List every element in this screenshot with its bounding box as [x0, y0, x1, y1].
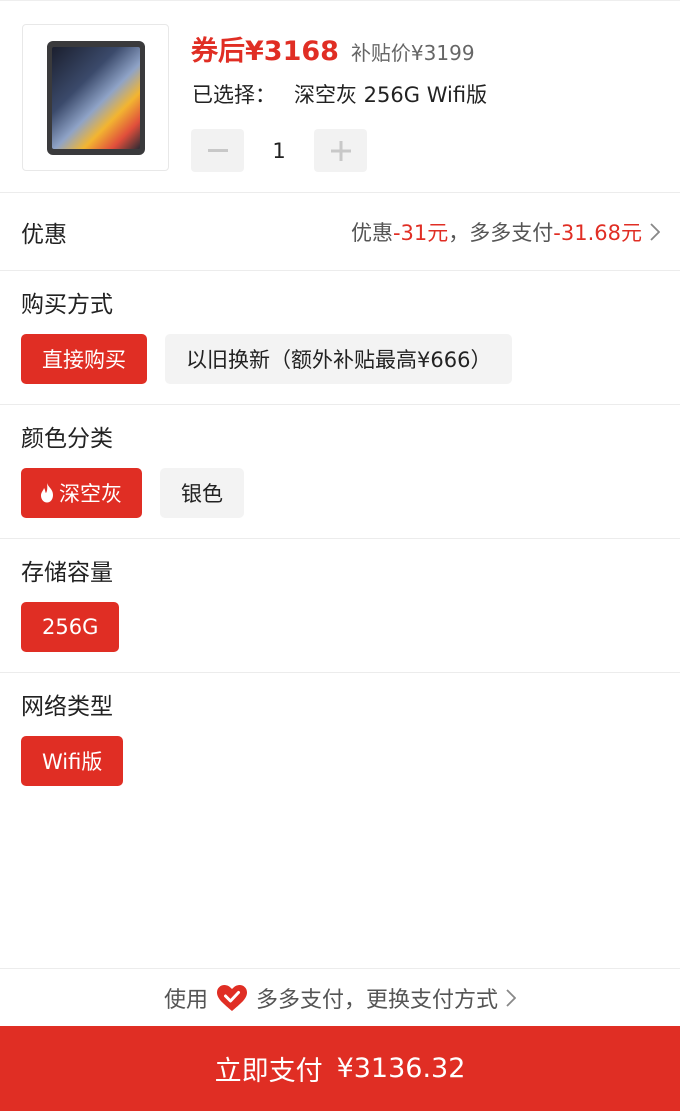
payment-method-text: 多多支付，更换支付方式	[256, 987, 499, 1013]
sku-selector-page: 券后¥3168 补贴价¥3199 已选择： 深空灰 256G Wifi版 1 优…	[0, 0, 680, 1111]
option-silver[interactable]: 银色	[160, 468, 244, 518]
discount-label: 优惠	[21, 222, 67, 248]
tablet-screen	[52, 47, 140, 149]
selected-label: 已选择：	[192, 83, 276, 107]
option-wifi[interactable]: Wifi版	[21, 736, 124, 786]
selected-spec: 已选择： 深空灰 256G Wifi版	[192, 79, 487, 109]
color-section: 颜色分类 深空灰 银色	[0, 404, 680, 539]
storage-section: 存储容量 256G	[0, 538, 680, 673]
price-line: 券后¥3168 补贴价¥3199	[191, 29, 475, 67]
storage-options: 256G	[21, 602, 120, 652]
quantity-stepper: 1	[191, 129, 367, 172]
minus-icon	[207, 148, 228, 152]
product-thumbnail[interactable]	[22, 24, 169, 171]
discount-prefix: 优惠	[350, 221, 393, 245]
option-space-gray-label: 深空灰	[59, 482, 122, 506]
quantity-value[interactable]: 1	[244, 139, 314, 163]
selected-value: 深空灰 256G Wifi版	[294, 83, 488, 107]
product-summary: 券后¥3168 补贴价¥3199 已选择： 深空灰 256G Wifi版 1	[0, 0, 680, 192]
discount-row[interactable]: 优惠 优惠 -31元 ，多多支付 -31.68元	[0, 192, 680, 271]
chevron-right-icon	[650, 223, 660, 241]
network-title: 网络类型	[21, 694, 113, 720]
discount-separator: ，多多支付	[448, 221, 554, 245]
quantity-decrease-button[interactable]	[191, 129, 244, 172]
coupon-price: 券后¥3168	[191, 36, 339, 67]
option-256g[interactable]: 256G	[21, 602, 120, 652]
pay-now-label: 立即支付	[214, 1056, 323, 1087]
chevron-right-icon	[506, 988, 517, 1007]
subsidy-price: 补贴价¥3199	[350, 41, 475, 65]
ipad-space-gray-image	[47, 41, 145, 155]
color-title: 颜色分类	[21, 426, 113, 452]
discount-amount: -31元	[392, 221, 449, 245]
heart-check-icon	[217, 984, 247, 1011]
use-label: 使用	[163, 987, 208, 1013]
option-trade-in[interactable]: 以旧换新（额外补贴最高¥666）	[165, 334, 513, 384]
option-direct-buy[interactable]: 直接购买	[21, 334, 147, 384]
network-options: Wifi版	[21, 736, 124, 786]
purchase-method-title: 购买方式	[21, 292, 113, 318]
plus-icon	[330, 140, 351, 161]
option-space-gray[interactable]: 深空灰	[21, 468, 142, 518]
storage-title: 存储容量	[21, 560, 113, 586]
purchase-method-section: 购买方式 直接购买 以旧换新（额外补贴最高¥666）	[0, 270, 680, 405]
discount-detail: 优惠 -31元 ，多多支付 -31.68元	[351, 217, 660, 247]
purchase-method-options: 直接购买 以旧换新（额外补贴最高¥666）	[21, 334, 513, 384]
pay-discount-amount: -31.68元	[553, 221, 642, 245]
quantity-increase-button[interactable]	[314, 129, 367, 172]
pay-now-amount: ¥3136.32	[336, 1053, 466, 1084]
fire-icon	[41, 483, 53, 503]
color-options: 深空灰 银色	[21, 468, 244, 518]
payment-method-row[interactable]: 使用 多多支付，更换支付方式	[0, 968, 680, 1026]
pay-now-button[interactable]: 立即支付 ¥3136.32	[0, 1026, 680, 1111]
network-section: 网络类型 Wifi版	[0, 672, 680, 807]
